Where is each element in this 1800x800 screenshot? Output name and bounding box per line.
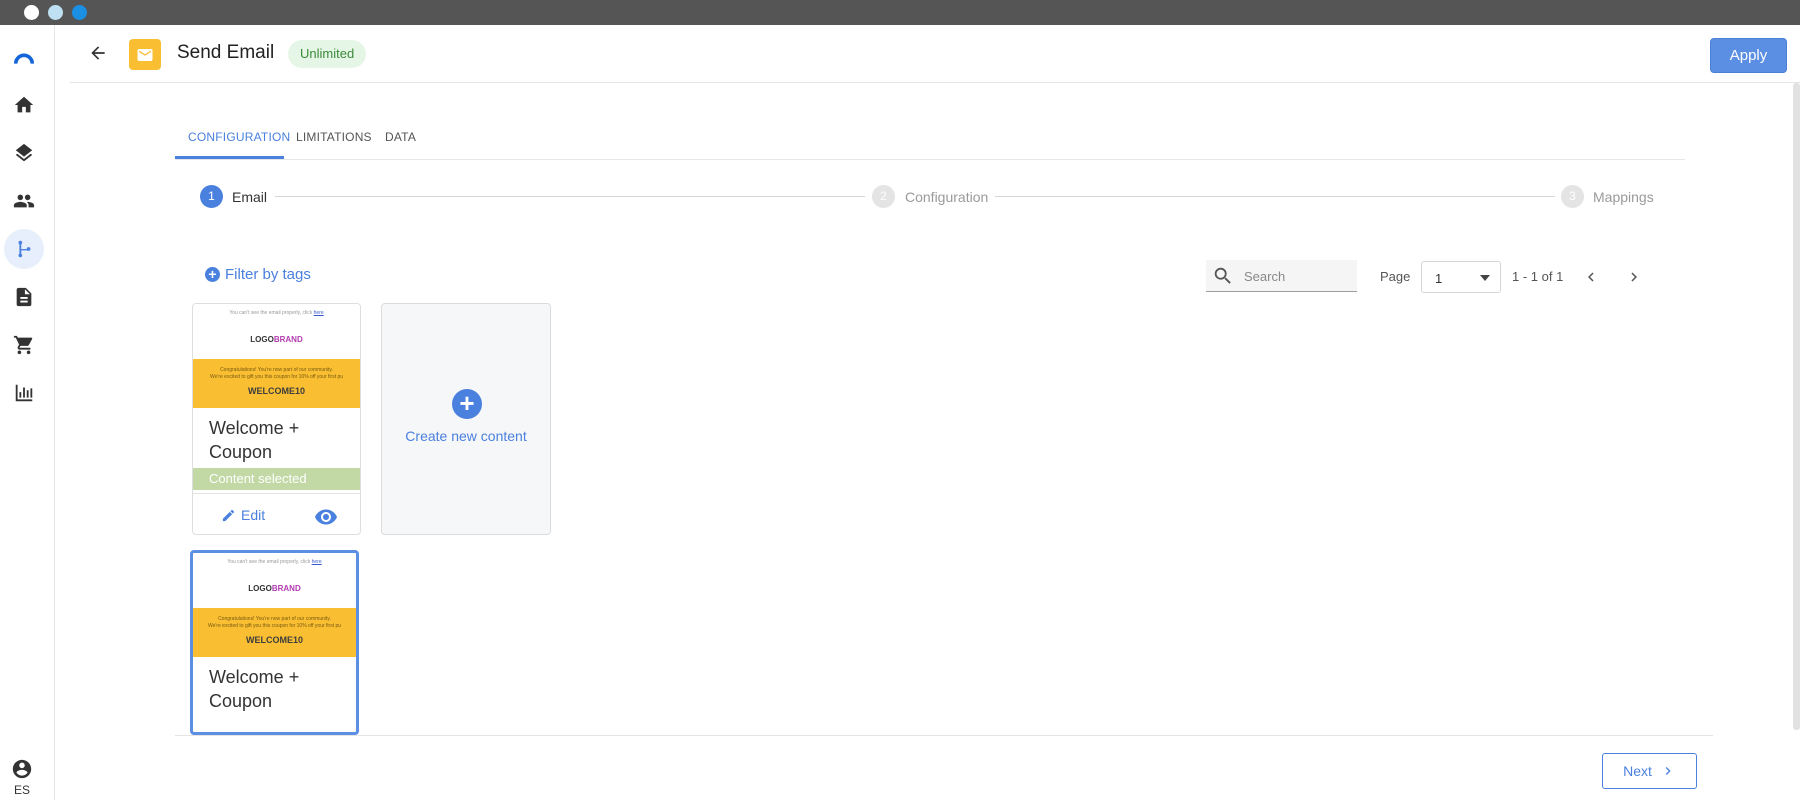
dropdown-caret-icon (1480, 275, 1490, 281)
email-preview: You can't see the email properly, click … (193, 304, 360, 408)
preview-banner-text: Congratulations! You're now part of our … (207, 616, 342, 629)
step-3-label: Mappings (1593, 189, 1654, 205)
next-page-button[interactable] (1623, 266, 1645, 288)
window-close-dot[interactable] (24, 5, 39, 20)
tab-bar: CONFIGURATION LIMITATIONS DATA (175, 122, 1685, 160)
search-icon (1214, 267, 1231, 284)
add-circle-icon: + (452, 389, 482, 419)
arrow-back-icon (91, 46, 105, 60)
sidebar-item-shop[interactable] (4, 325, 44, 365)
sidebar-item-flows[interactable] (4, 229, 44, 269)
step-2-label: Configuration (905, 189, 989, 205)
page-scrollbar[interactable] (1793, 83, 1800, 730)
document-icon (16, 287, 32, 307)
tab-limitations[interactable]: LIMITATIONS (296, 130, 372, 144)
coupon-code: WELCOME10 (247, 386, 305, 396)
back-button[interactable] (84, 39, 112, 67)
create-new-content-label: Create new content (405, 428, 527, 444)
eye-icon (315, 509, 337, 525)
tab-data[interactable]: DATA (385, 130, 416, 144)
search-field[interactable] (1206, 260, 1357, 292)
sidebar-item-home[interactable] (4, 85, 44, 125)
pencil-icon (222, 509, 235, 521)
filter-by-tags-button[interactable]: + Filter by tags (205, 266, 311, 283)
flow-branch-icon (18, 240, 31, 258)
window-maximize-dot[interactable] (72, 5, 87, 20)
bar-chart-icon (15, 384, 33, 402)
window-minimize-dot[interactable] (48, 5, 63, 20)
app-logo-icon[interactable] (4, 39, 44, 79)
pagination-range: 1 - 1 of 1 (1512, 269, 1564, 284)
page-header: Send Email Unlimited Apply (70, 25, 1800, 83)
email-icon (137, 48, 153, 61)
language-indicator[interactable]: ES (0, 783, 44, 797)
home-icon (14, 96, 34, 113)
next-button[interactable]: Next (1602, 753, 1697, 789)
card-actions: Edit (193, 493, 360, 534)
user-account-icon[interactable] (9, 756, 35, 782)
page-label: Page (1380, 269, 1411, 284)
sidebar-item-analytics[interactable] (4, 373, 44, 413)
chevron-right-icon (1665, 767, 1671, 775)
preview-top-text: You can't see the email properly, click … (227, 559, 322, 565)
card-title: Welcome + Coupon (209, 667, 300, 711)
step-2-number: 2 (872, 185, 895, 208)
layers-icon (15, 143, 33, 162)
next-label: Next (1623, 763, 1652, 779)
search-input[interactable] (1244, 264, 1352, 288)
chevron-right-icon (1631, 272, 1637, 282)
step-1-number: 1 (200, 185, 223, 208)
step-connector (275, 196, 865, 197)
preview-logo: LOGOBRAND (248, 584, 301, 593)
chevron-left-icon (1588, 272, 1594, 282)
preview-banner: Congratulations! You're now part of our … (193, 608, 356, 657)
page-select-value: 1 (1435, 271, 1443, 286)
email-preview: You can't see the email properly, click … (193, 553, 356, 657)
step-1-label: Email (232, 189, 268, 205)
previous-page-button[interactable] (1580, 266, 1602, 288)
preview-button[interactable] (313, 506, 339, 528)
content-card[interactable]: You can't see the email properly, click … (192, 303, 361, 535)
preview-banner-text: Congratulations! You're now part of our … (209, 367, 344, 380)
preview-top-text: You can't see the email properly, click … (229, 310, 324, 316)
step-connector (995, 196, 1555, 197)
preview-banner: Congratulations! You're now part of our … (193, 359, 360, 408)
edit-button[interactable]: Edit (221, 507, 265, 523)
filter-by-tags-label: Filter by tags (225, 266, 311, 283)
people-icon (13, 194, 35, 208)
window-titlebar (0, 0, 1800, 25)
active-tab-indicator (175, 156, 284, 159)
preview-logo: LOGOBRAND (250, 335, 303, 344)
sidebar-item-documents[interactable] (4, 277, 44, 317)
apply-button[interactable]: Apply (1710, 38, 1787, 73)
card-title: Welcome + Coupon (209, 418, 300, 462)
tab-configuration[interactable]: CONFIGURATION (188, 130, 290, 144)
step-3-number: 3 (1561, 185, 1584, 208)
sidebar-item-people[interactable] (4, 181, 44, 221)
content-card[interactable]: You can't see the email properly, click … (190, 550, 359, 735)
page-select[interactable]: 1 (1421, 261, 1501, 293)
page-title: Send Email (177, 42, 275, 63)
plan-badge: Unlimited (288, 40, 367, 68)
edit-label: Edit (241, 507, 266, 523)
coupon-code: WELCOME10 (245, 635, 303, 645)
create-new-content-card[interactable]: + Create new content (381, 303, 551, 535)
cart-icon (13, 335, 33, 355)
sidebar-item-layers[interactable] (4, 133, 44, 173)
footer-divider (175, 735, 1713, 736)
add-circle-icon: + (205, 267, 220, 282)
email-app-badge (129, 39, 161, 70)
sidebar: ES (0, 25, 55, 800)
content-selected-bar: Content selected (193, 468, 360, 490)
